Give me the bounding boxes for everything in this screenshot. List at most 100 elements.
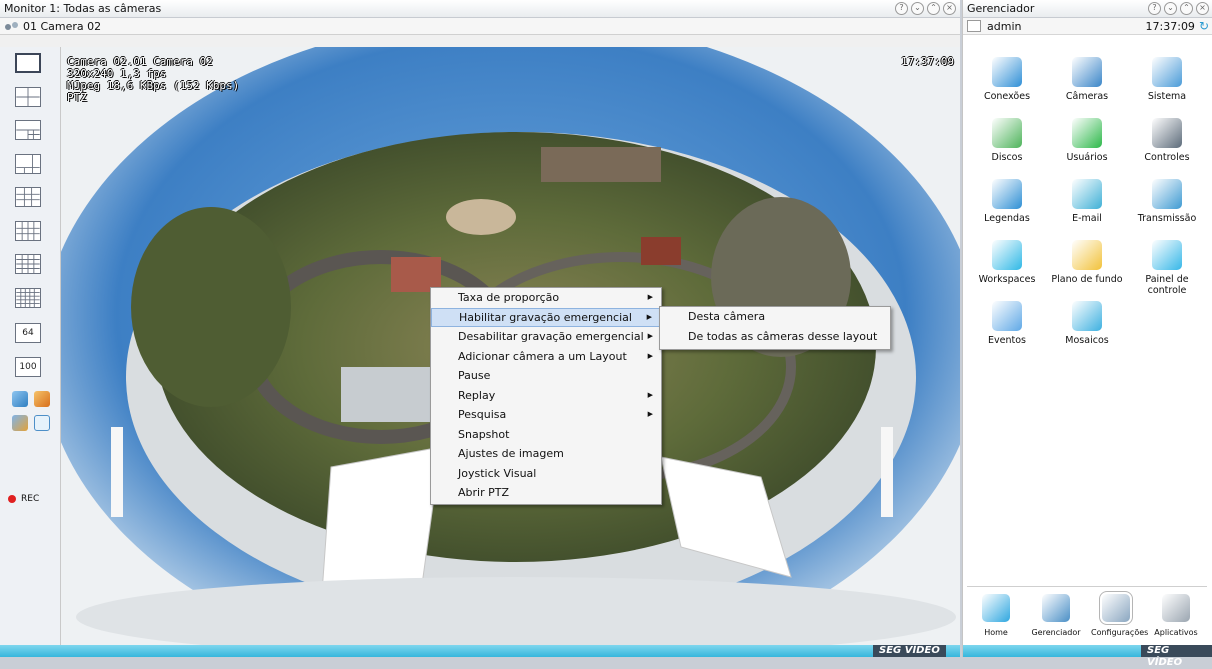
menu-item[interactable]: Pause [431,366,661,386]
menu-item[interactable]: Abrir PTZ [431,483,661,503]
manager-item-label: Workspaces [978,274,1036,285]
menu-item-label: Ajustes de imagem [458,447,564,460]
submenu-item-label: De todas as câmeras desse layout [688,329,878,343]
record-icon [8,495,16,503]
manager-item-background[interactable]: Plano de fundo [1047,240,1127,285]
layout-1plus5-button[interactable] [15,154,41,174]
rec-indicator[interactable]: REC [8,494,39,504]
user-bar: admin 17:37:09 ↻ [963,18,1212,35]
context-menu: Taxa de proporção ▶ Habilitar gravação eme… [430,287,662,505]
nav-home[interactable]: Home [971,594,1021,637]
mosaics-icon [1072,301,1102,331]
manager-item-transmission[interactable]: Transmissão [1127,179,1207,224]
manager-item-mosaics[interactable]: Mosaicos [1047,301,1127,346]
manager-item-captions[interactable]: Legendas [967,179,1047,224]
close-icon[interactable]: × [943,2,956,15]
layout-3x3-button[interactable] [15,221,41,241]
osd-time: 17:37:09 [901,55,954,68]
manager-icon [1042,594,1070,622]
menu-item-label: Abrir PTZ [458,486,509,499]
user-icon [967,20,981,32]
camera-link-icon [5,22,18,30]
submenu-item[interactable]: De todas as câmeras desse layout [660,327,890,347]
layout-5x5-button[interactable] [15,288,41,308]
menu-item[interactable]: Joystick Visual [431,464,661,484]
manager-item-label: Discos [991,152,1023,163]
menu-item[interactable]: Ajustes de imagem [431,444,661,464]
monitor-titlebar: Monitor 1: Todas as câmeras ? ⌄ ⌃ × [0,0,960,18]
nav-apps[interactable]: Aplicativos [1151,594,1201,637]
user-name: admin [987,19,1022,33]
manager-item-label: Eventos [988,335,1026,346]
close-icon[interactable]: × [1196,2,1209,15]
manager-item-users[interactable]: Usuários [1047,118,1127,163]
manager-item-workspaces[interactable]: Workspaces [967,240,1047,285]
layout-4x4-button[interactable] [15,254,41,274]
manager-item-label: Mosaicos [1065,335,1109,346]
osd-bitrate: MJpeg 18,6 KBps (152 Kbps) [67,79,240,92]
layout-64-button[interactable]: 64 [15,323,41,343]
help-icon[interactable]: ? [1148,2,1161,15]
menu-item-label: Pause [458,369,491,382]
manager-item-email[interactable]: E-mail [1047,179,1127,224]
layout-3x3-alt-button[interactable] [15,187,41,207]
fullscreen-icon[interactable] [34,415,50,431]
manager-title: Gerenciador [967,2,1035,15]
background-icon [1072,240,1102,270]
minimize-icon[interactable]: ⌄ [911,2,924,15]
manager-item-cameras[interactable]: Câmeras [1047,57,1127,102]
manager-item-label: Painel de controle [1145,274,1189,296]
manager-item-label: Transmissão [1137,213,1197,224]
settings-icon [1099,591,1133,625]
nav-settings[interactable]: Configurações [1091,591,1149,637]
menu-item[interactable]: Snapshot [431,425,661,445]
menu-item[interactable]: Desabilitar gravação emergencial ▶ [431,327,661,347]
refresh-icon[interactable]: ↻ [1199,19,1209,33]
layout-1x1-button[interactable] [15,53,41,73]
disks-icon [992,118,1022,148]
brand-logo: SEG VÍDEO [1141,645,1212,668]
menu-item-label: Pesquisa [458,408,507,421]
menu-item-label: Desabilitar gravação emergencial [458,330,644,343]
camera-tab-label[interactable]: 01 Camera 02 [23,20,101,33]
layout-1plus3-button[interactable] [15,120,41,140]
manager-item-events[interactable]: Eventos [967,301,1047,346]
maximize-icon[interactable]: ⌃ [1180,2,1193,15]
user-camera-icon[interactable] [12,415,28,431]
manager-titlebar: Gerenciador ? ⌄ ⌃ × [963,0,1212,18]
nav-label: Configurações [1091,628,1149,637]
brand-logo: SEG VÍDEO [873,645,946,657]
menu-item[interactable]: Adicionar câmera a um Layout ▶ [431,347,661,367]
nav-manager[interactable]: Gerenciador [1031,594,1081,637]
menu-item[interactable]: Taxa de proporção ▶ [431,288,661,308]
menu-item-label: Replay [458,388,496,402]
layout-100-button[interactable]: 100 [15,357,41,377]
manager-item-control-panel[interactable]: Painel de controle [1127,240,1207,296]
manager-item-label: Usuários [1066,152,1108,163]
nav-label: Aplicativos [1154,628,1198,637]
submenu-item[interactable]: Desta câmera [660,307,890,327]
help-icon[interactable]: ? [895,2,908,15]
sequence-icon[interactable] [12,391,28,407]
submenu-arrow-icon: ▶ [647,332,653,340]
manager-time: 17:37:09 [1145,19,1195,33]
manager-item-connections[interactable]: Conexões [967,57,1047,102]
menu-item-label: Habilitar gravação emergencial [459,310,632,324]
manager-item-controls[interactable]: Controles [1127,118,1207,163]
system-icon [1152,57,1182,87]
maximize-icon[interactable]: ⌃ [927,2,940,15]
menu-item[interactable]: Replay ▶ [431,386,661,406]
layout-2x2-button[interactable] [15,87,41,107]
submenu-arrow-icon: ▶ [647,390,653,399]
manager-item-label: E-mail [1072,213,1102,224]
users-icon [1072,118,1102,148]
manager-item-disks[interactable]: Discos [967,118,1047,163]
manager-item-system[interactable]: Sistema [1127,57,1207,102]
menu-item[interactable]: Pesquisa ▶ [431,405,661,425]
minimize-icon[interactable]: ⌄ [1164,2,1177,15]
menu-item-label: Joystick Visual [458,466,537,480]
submenu-arrow-icon: ▶ [647,351,653,360]
manager-item-label: Sistema [1147,91,1187,102]
palette-icon[interactable] [34,391,50,407]
menu-item[interactable]: Habilitar gravação emergencial ▶ [431,307,661,327]
